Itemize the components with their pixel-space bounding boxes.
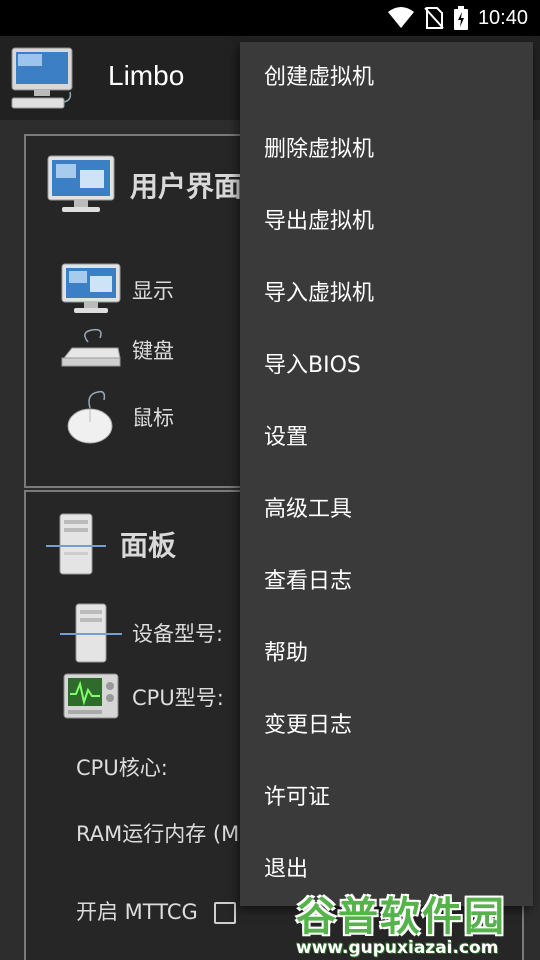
menu-item-view-log[interactable]: 查看日志	[264, 562, 352, 602]
computer-icon[interactable]	[8, 44, 76, 112]
status-bar: 10:40	[0, 0, 540, 36]
mttcg-label: 开启 MTTCG	[76, 900, 198, 924]
menu-item-export-vm[interactable]: 导出虚拟机	[264, 202, 374, 242]
display-icon	[47, 155, 115, 212]
watermark-text: 谷普软件园	[296, 894, 506, 940]
cpu-model-option[interactable]: CPU型号:	[60, 672, 224, 722]
server-tower-icon	[46, 513, 106, 575]
server-tower-icon	[60, 603, 122, 663]
watermark: 谷普软件园 www.gupuxiazai.com	[296, 884, 540, 960]
keyboard-label: 键盘	[132, 339, 174, 363]
mttcg-checkbox[interactable]	[213, 902, 236, 924]
menu-item-help[interactable]: 帮助	[264, 634, 308, 674]
clock: 10:40	[477, 6, 528, 29]
menu-item-delete-vm[interactable]: 删除虚拟机	[264, 130, 374, 170]
card-title: 用户界面	[130, 170, 243, 203]
display-icon	[61, 263, 121, 313]
keyboard-option[interactable]: 键盘	[60, 328, 174, 372]
battery-charging-icon	[453, 6, 468, 30]
cpu-model-label: CPU型号:	[132, 686, 224, 710]
display-label: 显示	[132, 279, 174, 303]
menu-item-advanced-tools[interactable]: 高级工具	[264, 490, 352, 530]
machine-type-label: 设备型号:	[132, 622, 224, 646]
card-title: 面板	[120, 529, 177, 562]
menu-item-license[interactable]: 许可证	[264, 778, 330, 818]
card-header: 面板	[46, 512, 176, 576]
overflow-menu: 创建虚拟机 删除虚拟机 导出虚拟机 导入虚拟机 导入BIOS 设置 高级工具 查…	[240, 42, 533, 906]
menu-item-create-vm[interactable]: 创建虚拟机	[264, 58, 374, 98]
wifi-icon	[387, 7, 414, 28]
mttcg-option: 开启 MTTCG	[76, 896, 236, 926]
mouse-label: 鼠标	[132, 406, 174, 430]
card-header: 用户界面	[46, 154, 242, 216]
menu-item-changelog[interactable]: 变更日志	[264, 706, 352, 746]
menu-item-settings[interactable]: 设置	[264, 418, 308, 458]
display-option[interactable]: 显示	[60, 262, 174, 318]
cpu-monitor-icon	[63, 673, 119, 719]
mouse-option[interactable]: 鼠标	[60, 388, 174, 446]
menu-item-import-vm[interactable]: 导入虚拟机	[264, 274, 374, 314]
app-title: Limbo	[108, 60, 185, 91]
machine-type-option[interactable]: 设备型号:	[60, 602, 223, 664]
cpu-cores-label: CPU核心:	[76, 756, 168, 780]
keyboard-icon	[61, 328, 121, 367]
no-sim-icon	[424, 7, 444, 29]
mouse-icon	[67, 390, 113, 444]
ram-label: RAM运行内存 (M	[76, 822, 240, 846]
menu-item-import-bios[interactable]: 导入BIOS	[264, 346, 361, 386]
